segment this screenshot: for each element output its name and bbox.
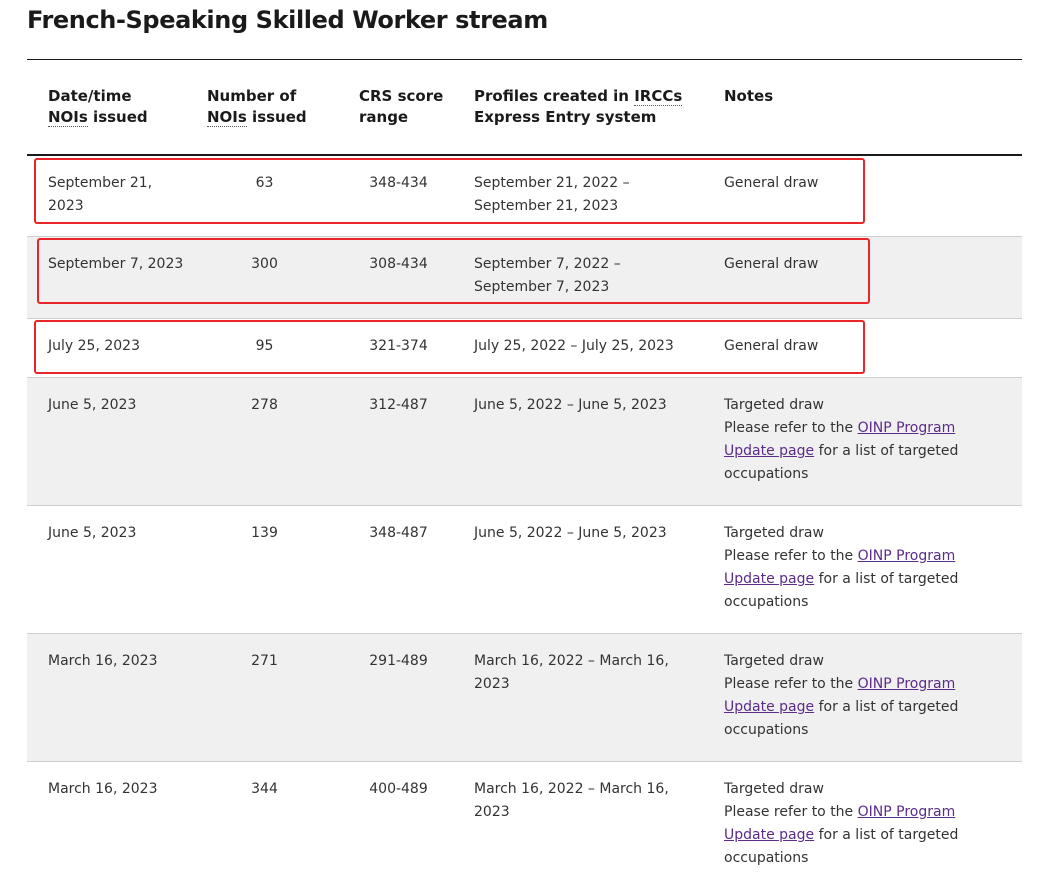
cell-date: June 5, 2023 <box>48 397 137 413</box>
header-crs-line2: range <box>359 108 409 126</box>
note-text: Please refer to the OINP Program Update … <box>724 545 984 614</box>
table-row: March 16, 2023 344 400-489 March 16, 2022 –… <box>27 762 1022 881</box>
cell-date: July 25, 2023 <box>48 338 140 354</box>
cell-crs-range: 348-434 <box>369 175 428 191</box>
cell-notes: Targeted draw Please refer to the OINP Pr… <box>724 778 984 870</box>
header-date-line1: Date/time <box>48 87 132 105</box>
note-title: Targeted draw <box>724 781 824 797</box>
cell-number: 63 <box>255 175 274 191</box>
table-row: September 21, 2023 63 348-434 September 21,… <box>27 156 1022 237</box>
header-number-line1: Number of <box>207 87 297 105</box>
cell-notes: Targeted draw Please refer to the OINP Pr… <box>724 394 984 486</box>
cell-profiles: September 7, 2022 – September 7, 2023 <box>474 256 621 295</box>
table-row: June 5, 2023 139 348-487 June 5, 2022 – Jun… <box>27 506 1022 634</box>
cell-notes: General draw <box>724 253 984 276</box>
header-profiles: Profiles created in IRCCs Express Entry … <box>474 86 704 128</box>
cell-crs-range: 308-434 <box>369 256 428 272</box>
header-number-rest: issued <box>246 108 307 126</box>
cell-notes: Targeted draw Please refer to the OINP Pr… <box>724 650 984 742</box>
cell-number: 95 <box>255 338 274 354</box>
header-profiles-abbr: IRCCs <box>634 87 683 106</box>
table-row: March 16, 2023 271 291-489 March 16, 2022 –… <box>27 634 1022 762</box>
cell-profiles: March 16, 2022 – March 16, 2023 <box>474 653 669 692</box>
header-date-rest: issued <box>87 108 148 126</box>
cell-crs-range: 400-489 <box>369 781 428 797</box>
note-text: Please refer to the OINP Program Update … <box>724 673 984 742</box>
cell-crs-range: 348-487 <box>369 525 428 541</box>
page-title: French-Speaking Skilled Worker stream <box>27 6 548 34</box>
cell-number: 139 <box>251 525 278 541</box>
note-title: Targeted draw <box>724 397 824 413</box>
cell-number: 278 <box>251 397 278 413</box>
note-title: Targeted draw <box>724 653 824 669</box>
cell-date: March 16, 2023 <box>48 781 158 797</box>
cell-crs-range: 321-374 <box>369 338 428 354</box>
note-title: Targeted draw <box>724 525 824 541</box>
cell-crs-range: 291-489 <box>369 653 428 669</box>
cell-date: September 21, 2023 <box>48 175 153 214</box>
note-text-pre: Please refer to the <box>724 548 858 564</box>
cell-profiles: September 21, 2022 – September 21, 2023 <box>474 175 630 214</box>
cell-notes: General draw <box>724 335 984 358</box>
table-row: July 25, 2023 95 321-374 July 25, 2022 – Ju… <box>27 319 1022 378</box>
header-date: Date/time NOIs issued <box>48 86 198 128</box>
cell-date: September 7, 2023 <box>48 256 184 272</box>
cell-date: March 16, 2023 <box>48 653 158 669</box>
note-text-pre: Please refer to the <box>724 804 858 820</box>
cell-number: 344 <box>251 781 278 797</box>
note-title: General draw <box>724 175 819 191</box>
header-profiles-line2: Express Entry system <box>474 108 657 126</box>
note-text-pre: Please refer to the <box>724 676 858 692</box>
cell-profiles: June 5, 2022 – June 5, 2023 <box>474 525 667 541</box>
cell-notes: General draw <box>724 172 984 195</box>
cell-crs-range: 312-487 <box>369 397 428 413</box>
table-header: Date/time NOIs issued Number of NOIs iss… <box>27 60 1022 156</box>
cell-profiles: June 5, 2022 – June 5, 2023 <box>474 397 667 413</box>
table-row: September 7, 2023 300 308-434 September 7, … <box>27 237 1022 319</box>
header-crs: CRS score range <box>359 86 469 128</box>
cell-number: 271 <box>251 653 278 669</box>
table-row: June 5, 2023 278 312-487 June 5, 2022 – Jun… <box>27 378 1022 506</box>
note-text: Please refer to the OINP Program Update … <box>724 801 984 870</box>
header-notes: Notes <box>724 87 774 105</box>
note-text-pre: Please refer to the <box>724 420 858 436</box>
table-body: September 21, 2023 63 348-434 September 21,… <box>27 156 1022 881</box>
cell-profiles: July 25, 2022 – July 25, 2023 <box>474 338 674 354</box>
cell-profiles: March 16, 2022 – March 16, 2023 <box>474 781 669 820</box>
page: French-Speaking Skilled Worker stream Da… <box>0 0 1038 881</box>
cell-date: June 5, 2023 <box>48 525 137 541</box>
header-date-abbr: NOIs <box>48 108 88 127</box>
header-number-abbr: NOIs <box>207 108 247 127</box>
header-crs-line1: CRS score <box>359 87 444 105</box>
header-profiles-line1: Profiles created in <box>474 87 635 105</box>
cell-notes: Targeted draw Please refer to the OINP Pr… <box>724 522 984 614</box>
note-title: General draw <box>724 338 819 354</box>
noi-table: Date/time NOIs issued Number of NOIs iss… <box>27 59 1022 881</box>
note-text: Please refer to the OINP Program Update … <box>724 417 984 486</box>
cell-number: 300 <box>251 256 278 272</box>
note-title: General draw <box>724 256 819 272</box>
header-number: Number of NOIs issued <box>207 86 347 128</box>
